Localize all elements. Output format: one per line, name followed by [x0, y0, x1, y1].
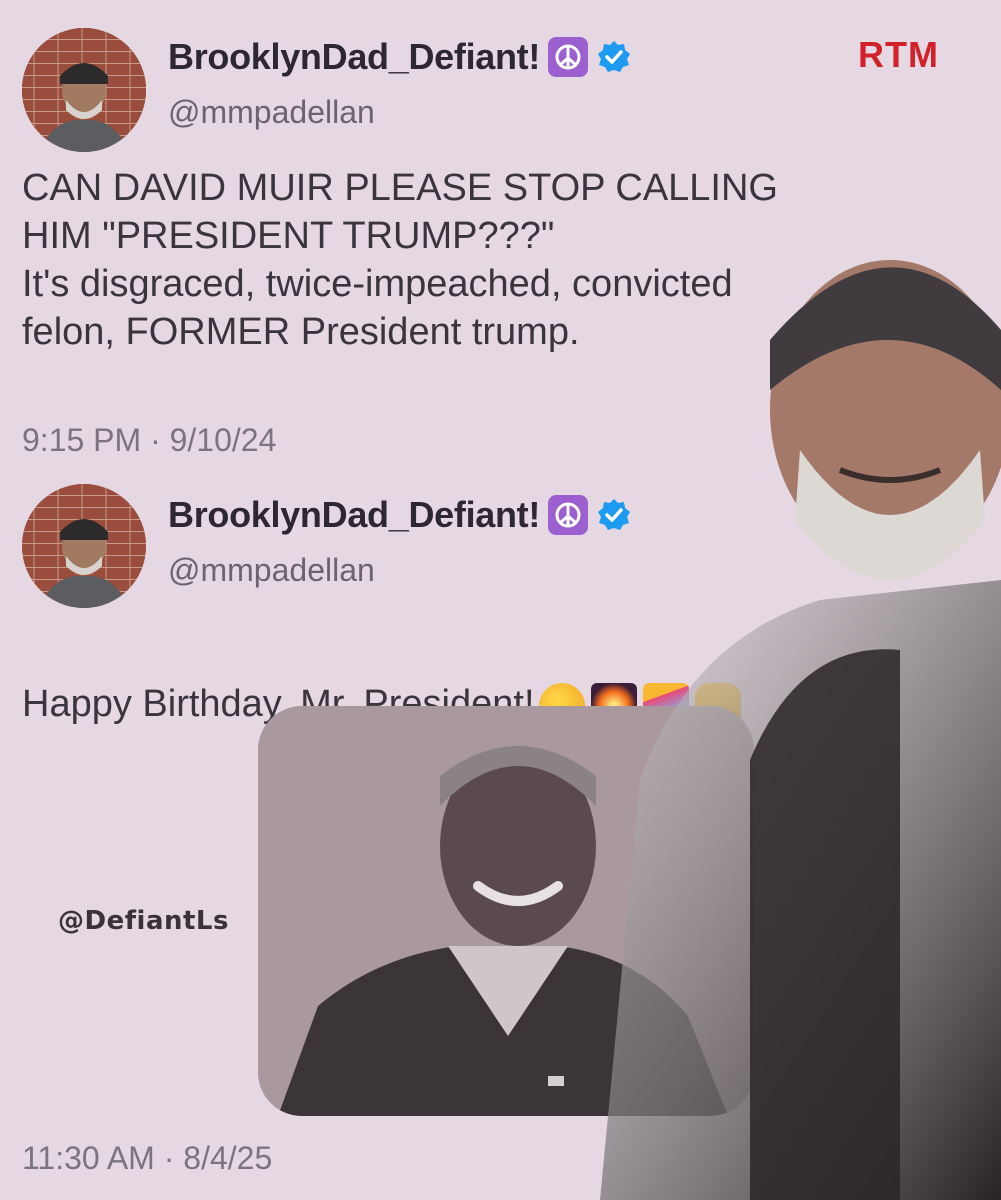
watermark-handle: @DefiantLs — [58, 906, 229, 936]
verified-badge-icon — [596, 497, 632, 533]
display-name[interactable]: BrooklynDad_Defiant! — [168, 494, 540, 536]
display-name[interactable]: BrooklynDad_Defiant! — [168, 36, 540, 78]
tweet-1-name-row: BrooklynDad_Defiant! — [168, 36, 632, 78]
timestamp[interactable]: 9:15 PM · 9/10/24 — [22, 422, 276, 459]
tweet-text: CAN DAVID MUIR PLEASE STOP CALLING HIM "… — [22, 167, 778, 353]
verified-badge-icon — [596, 39, 632, 75]
timestamp[interactable]: 11:30 AM · 8/4/25 — [22, 1140, 272, 1177]
tweet-photo[interactable] — [258, 706, 754, 1116]
peace-symbol-icon — [548, 37, 589, 77]
avatar[interactable] — [22, 28, 146, 152]
handle[interactable]: @mmpadellan — [168, 94, 375, 131]
avatar[interactable] — [22, 484, 146, 608]
peace-symbol-icon — [548, 495, 589, 535]
tweet-2-name-row: BrooklynDad_Defiant! — [168, 494, 632, 536]
rtm-logo: RTM — [858, 34, 939, 75]
handle[interactable]: @mmpadellan — [168, 552, 375, 589]
